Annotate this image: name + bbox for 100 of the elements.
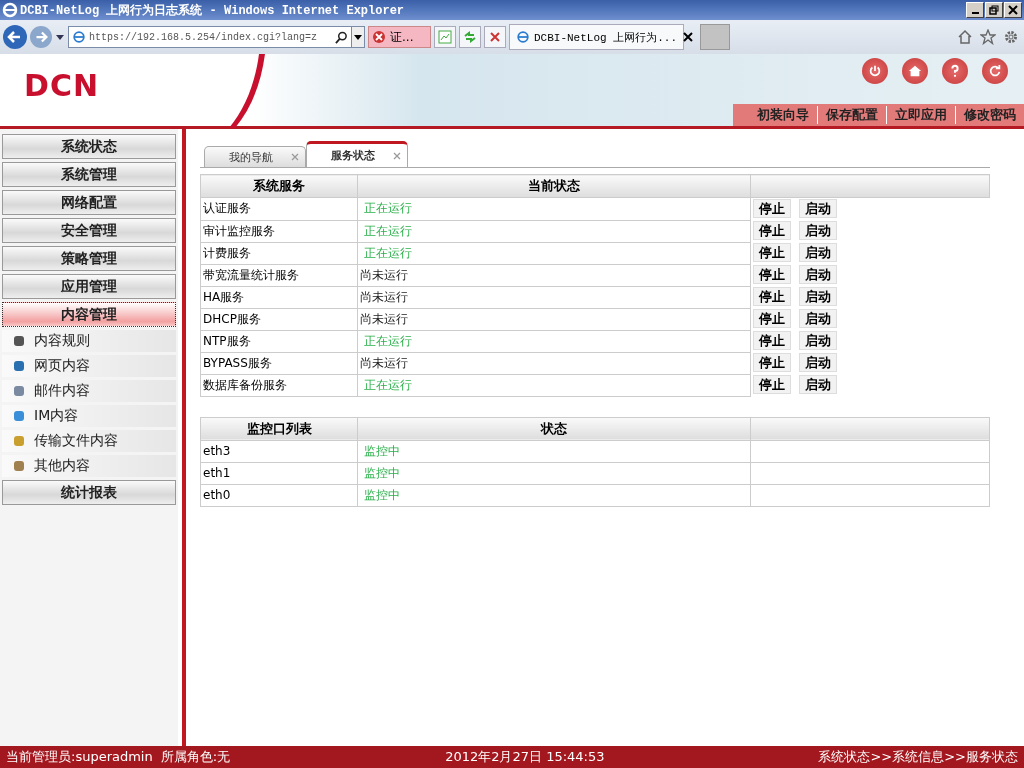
sidebar-subitem[interactable]: 网页内容: [2, 355, 177, 377]
service-action-button[interactable]: 停止: [753, 353, 791, 372]
home-icon[interactable]: [902, 58, 928, 84]
minimize-icon: [971, 12, 979, 14]
service-name-cell: 计费服务: [200, 242, 358, 264]
page-icon: [72, 30, 86, 44]
close-icon: [683, 32, 694, 42]
close-button[interactable]: [1004, 2, 1022, 18]
minimize-button[interactable]: [966, 2, 984, 18]
service-name-cell: NTP服务: [200, 330, 358, 352]
service-action-button[interactable]: 启动: [799, 331, 837, 350]
address-bar[interactable]: https://192.168.5.254/index.cgi?lang=z: [68, 26, 365, 48]
service-action-button[interactable]: 启动: [799, 353, 837, 372]
settings-icon[interactable]: [1003, 29, 1019, 45]
admin-role: 所属角色:无: [160, 748, 231, 766]
service-action-button[interactable]: 启动: [799, 309, 837, 328]
category-icon: [12, 334, 26, 348]
header-link[interactable]: 立即应用: [886, 106, 955, 124]
search-icon[interactable]: [335, 30, 348, 44]
refresh-button[interactable]: [459, 26, 481, 48]
date-time: 2012年2月27日 15:44:53: [445, 748, 605, 766]
sidebar-item[interactable]: 策略管理: [2, 246, 177, 271]
status-cell: 监控中: [357, 440, 751, 462]
service-action-button[interactable]: 启动: [799, 243, 837, 262]
sidebar-item[interactable]: 网络配置: [2, 190, 177, 215]
header-link[interactable]: 初装向导: [749, 106, 817, 124]
close-icon[interactable]: [393, 151, 401, 160]
star-icon[interactable]: [980, 29, 996, 45]
column-header: 状态: [357, 417, 751, 440]
status-cell: 尚未运行: [357, 286, 751, 308]
status-cell: 正在运行: [357, 374, 751, 396]
close-icon[interactable]: [291, 153, 299, 161]
current-admin: 当前管理员:superadmin: [6, 748, 153, 766]
caret-icon: [354, 33, 362, 41]
logo: DCN: [24, 68, 100, 103]
status-cell: 正在运行: [357, 330, 751, 352]
status-cell: 尚未运行: [357, 352, 751, 374]
service-action-button[interactable]: 启动: [799, 375, 837, 394]
close-tab-button[interactable]: [683, 32, 694, 42]
service-action-button[interactable]: 停止: [753, 331, 791, 350]
sidebar-subitem[interactable]: 其他内容: [2, 455, 177, 477]
home-icon[interactable]: [957, 29, 973, 45]
column-header: 系统服务: [200, 174, 358, 198]
logout-icon[interactable]: [862, 58, 888, 84]
tab[interactable]: 服务状态: [306, 141, 408, 167]
window-title: DCBI-NetLog 上网行为日志系统 - Windows Internet Explorer: [20, 2, 406, 19]
sidebar-subitem[interactable]: 邮件内容: [2, 380, 177, 402]
status-cell: 监控中: [357, 462, 751, 484]
service-name-cell: HA服务: [200, 286, 358, 308]
service-action-button[interactable]: 启动: [799, 199, 837, 218]
column-header: 监控口列表: [200, 417, 358, 440]
status-cell: 尚未运行: [357, 264, 751, 286]
sidebar-item[interactable]: 安全管理: [2, 218, 177, 243]
certificate-error-button[interactable]: 证...: [368, 26, 431, 48]
close-icon: [488, 30, 502, 44]
dropdown-arrow-icon[interactable]: [55, 32, 65, 42]
service-name-cell: 认证服务: [200, 197, 358, 220]
restore-button[interactable]: [985, 2, 1003, 18]
service-action-button[interactable]: 停止: [753, 243, 791, 262]
header-link[interactable]: 修改密码: [955, 106, 1024, 124]
error-shield-icon: [372, 30, 386, 44]
browser-tab[interactable]: DCBI-NetLog 上网行为...: [509, 24, 685, 50]
sidebar-item[interactable]: 系统管理: [2, 162, 177, 187]
status-cell: 正在运行: [357, 197, 751, 220]
service-action-button[interactable]: 停止: [753, 199, 791, 218]
interface-name-cell: eth3: [200, 440, 358, 462]
sidebar-subitem[interactable]: IM内容: [2, 405, 177, 427]
header-link[interactable]: 保存配置: [817, 106, 886, 124]
column-header: 当前状态: [357, 174, 751, 198]
service-action-button[interactable]: 启动: [799, 221, 837, 240]
service-action-button[interactable]: 启动: [799, 265, 837, 284]
sidebar-subitem[interactable]: 内容规则: [2, 330, 177, 352]
status-cell: 尚未运行: [357, 308, 751, 330]
service-action-button[interactable]: 停止: [753, 287, 791, 306]
stop-button[interactable]: [484, 26, 506, 48]
tab[interactable]: 我的导航: [204, 146, 306, 167]
sidebar-item[interactable]: 统计报表: [2, 480, 177, 505]
browser-logo-icon: [2, 2, 18, 18]
refresh-icon[interactable]: [982, 58, 1008, 84]
service-name-cell: BYPASS服务: [200, 352, 358, 374]
refresh-icon: [463, 30, 477, 44]
service-action-button[interactable]: 停止: [753, 221, 791, 240]
sidebar-item[interactable]: 内容管理: [2, 302, 177, 327]
sidebar-subitem[interactable]: 传输文件内容: [2, 430, 177, 452]
sidebar-item[interactable]: 系统状态: [2, 134, 177, 159]
breadcrumb: 系统状态>>系统信息>>服务状态: [818, 748, 1018, 766]
status-cell: 监控中: [357, 484, 751, 506]
service-action-button[interactable]: 停止: [753, 309, 791, 328]
interface-name-cell: eth0: [200, 484, 358, 506]
service-action-button[interactable]: 启动: [799, 287, 837, 306]
chart-icon: [438, 30, 452, 44]
service-name-cell: 数据库备份服务: [200, 374, 358, 396]
category-icon: [12, 409, 26, 423]
page-icon: [516, 30, 530, 44]
service-action-button[interactable]: 停止: [753, 375, 791, 394]
address-dropdown-button[interactable]: [351, 27, 364, 47]
service-action-button[interactable]: 停止: [753, 265, 791, 284]
back-button[interactable]: [3, 25, 27, 49]
sidebar-item[interactable]: 应用管理: [2, 274, 177, 299]
help-icon[interactable]: [942, 58, 968, 84]
